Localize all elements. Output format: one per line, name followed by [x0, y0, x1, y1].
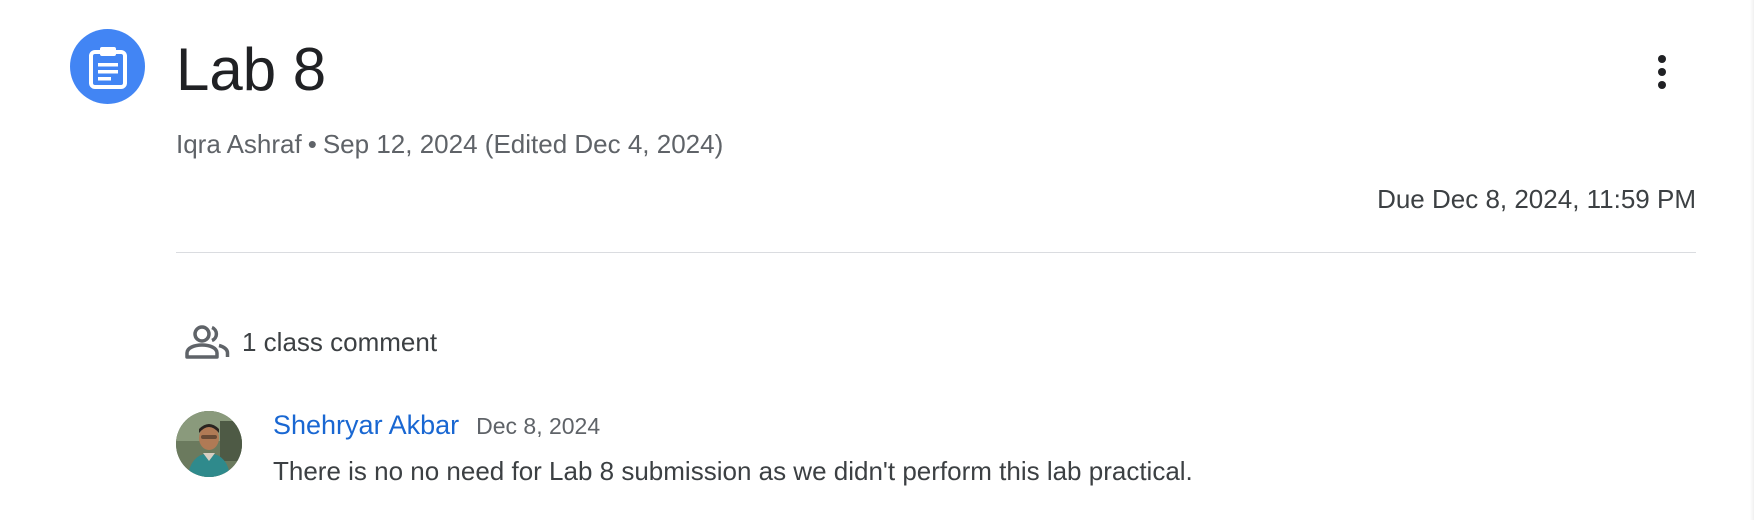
comment-header: Shehryar Akbar Dec 8, 2024 — [273, 408, 600, 442]
edited-note: (Edited Dec 4, 2024) — [484, 129, 724, 159]
due-date: Due Dec 8, 2024, 11:59 PM — [1377, 184, 1696, 214]
people-icon — [184, 322, 232, 362]
avatar — [176, 411, 242, 477]
comment-text: There is no no need for Lab 8 submission… — [273, 456, 1193, 486]
more-vert-icon — [1658, 55, 1666, 89]
scrollbar-edge — [1750, 0, 1754, 520]
posted-date: Sep 12, 2024 — [322, 129, 478, 159]
assignment-icon — [70, 29, 145, 104]
meta-separator: • — [307, 129, 317, 159]
class-comments-toggle[interactable]: 1 class comment — [184, 322, 437, 362]
assignment-details-page: Lab 8 Iqra Ashraf • Sep 12, 2024 (Edited D… — [0, 0, 1754, 520]
assignment-meta: Iqra Ashraf • Sep 12, 2024 (Edited Dec 4, … — [176, 128, 723, 160]
assignment-author: Iqra Ashraf — [176, 129, 302, 159]
clipboard-icon — [88, 46, 127, 89]
more-options-button[interactable] — [1640, 44, 1684, 100]
comment-date: Dec 8, 2024 — [476, 413, 601, 439]
divider — [176, 252, 1696, 253]
class-comments-count: 1 class comment — [242, 327, 438, 357]
comment-author[interactable]: Shehryar Akbar — [273, 408, 459, 442]
assignment-title: Lab 8 — [176, 36, 327, 103]
